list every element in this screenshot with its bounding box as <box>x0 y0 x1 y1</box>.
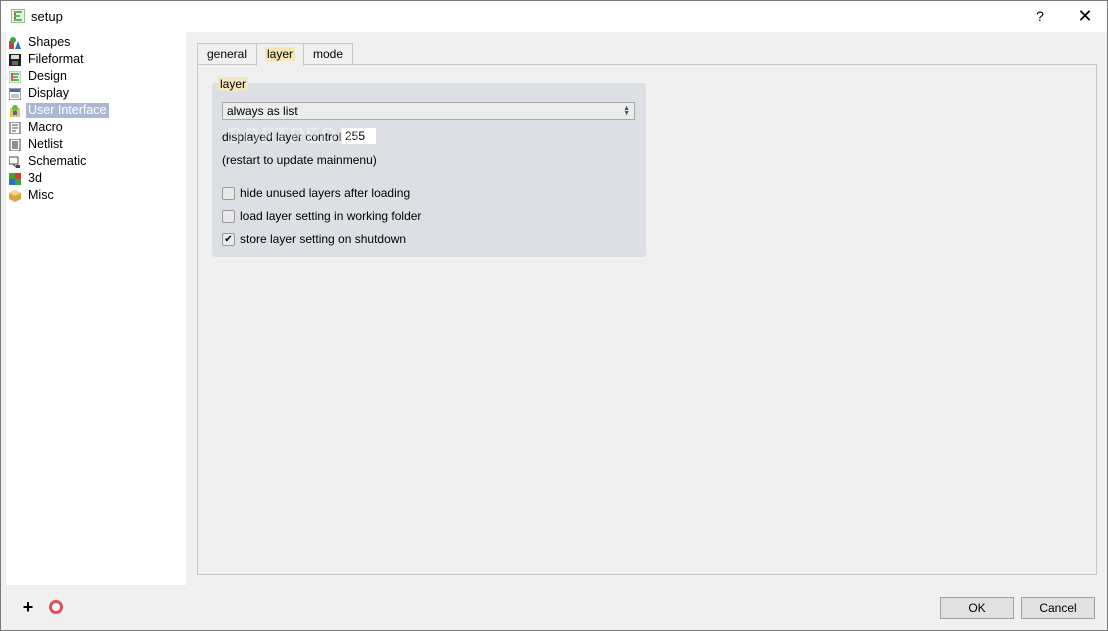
checkbox-label: store layer setting on shutdown <box>240 232 407 246</box>
sidebar-item-design[interactable]: Design <box>8 68 69 85</box>
user-interface-icon <box>9 104 21 117</box>
sidebar-item-display[interactable]: Display <box>8 85 71 102</box>
layer-controls-label: displayed layer controls <box>222 130 348 144</box>
checkbox-label: hide unused layers after loading <box>240 186 411 200</box>
sidebar-item-user-interface[interactable]: User Interface <box>9 102 109 119</box>
tab-layer[interactable]: layer <box>256 43 304 66</box>
design-icon <box>8 70 22 83</box>
checkbox-checked[interactable]: ✔ <box>222 232 235 246</box>
cancel-button[interactable]: Cancel <box>1021 597 1095 619</box>
sidebar-item-label: 3d <box>28 171 42 185</box>
layer-display-mode-select[interactable]: always as list ▲ ▼ <box>222 102 635 120</box>
add-icon[interactable]: + <box>20 598 36 616</box>
restart-note: (restart to update mainmenu) <box>222 153 377 167</box>
misc-icon <box>9 189 21 202</box>
sidebar-item-label: Netlist <box>28 137 63 151</box>
help-lifebuoy-icon[interactable] <box>49 600 63 614</box>
tab-label: general <box>206 47 248 61</box>
help-button[interactable]: ? <box>1029 5 1051 27</box>
floppy-disk-icon <box>9 53 21 66</box>
sidebar-item-label: Schematic <box>28 154 87 168</box>
sidebar-item-label: User Interface <box>26 103 109 118</box>
sidebar-item-label: Fileformat <box>28 52 84 66</box>
sidebar-item-label: Design <box>28 69 67 83</box>
sidebar-item-fileformat[interactable]: Fileformat <box>9 51 86 68</box>
display-icon <box>8 87 22 100</box>
netlist-icon <box>9 138 21 151</box>
3d-icon <box>9 172 21 185</box>
layer-groupbox: layer always as list ▲ ▼ displayed layer … <box>212 77 646 257</box>
sidebar-item-3d[interactable]: 3d <box>9 170 44 187</box>
hide-unused-layers-option[interactable]: hide unused layers after loading <box>222 186 410 200</box>
schematic-icon <box>8 156 21 168</box>
store-layer-setting-option[interactable]: ✔ store layer setting on shutdown <box>222 232 406 246</box>
sidebar-item-label: Macro <box>28 120 63 134</box>
ok-button[interactable]: OK <box>940 597 1014 619</box>
sidebar-item-misc[interactable]: Misc <box>9 187 56 204</box>
app-icon <box>11 9 25 23</box>
checkbox[interactable] <box>222 209 235 223</box>
macro-icon <box>9 121 21 134</box>
select-value: always as list <box>227 104 298 118</box>
group-title: layer <box>218 77 249 91</box>
tab-mode[interactable]: mode <box>303 43 353 65</box>
shapes-icon <box>9 36 21 49</box>
title-bar: setup ? ✕ <box>1 1 1107 32</box>
tab-label: mode <box>312 47 344 61</box>
close-button[interactable]: ✕ <box>1073 5 1097 27</box>
layer-tab-panel: layer always as list ▲ ▼ displayed layer … <box>197 64 1097 575</box>
setup-window: setup ? ✕ Shapes Fileformat Design Displ… <box>0 0 1108 631</box>
checkbox-label: load layer setting in working folder <box>240 209 422 223</box>
tab-general[interactable]: general <box>197 43 257 65</box>
load-layer-setting-option[interactable]: load layer setting in working folder <box>222 209 421 223</box>
sidebar-item-label: Shapes <box>28 35 71 49</box>
layer-controls-spinbox[interactable]: 255 <box>341 127 377 145</box>
sidebar-item-label: Misc <box>28 188 54 202</box>
checkbox[interactable] <box>222 186 235 200</box>
sidebar-item-netlist[interactable]: Netlist <box>9 136 65 153</box>
updown-arrow-icon: ▲ ▼ <box>623 105 630 117</box>
tab-label: layer <box>264 47 295 61</box>
sidebar-item-macro[interactable]: Macro <box>9 119 65 136</box>
sidebar-item-label: Display <box>28 86 69 100</box>
category-sidebar: Shapes Fileformat Design Display User In… <box>6 32 186 585</box>
sidebar-item-shapes[interactable]: Shapes <box>9 34 72 51</box>
sidebar-item-schematic[interactable]: Schematic <box>8 153 88 170</box>
window-title: setup <box>31 9 63 24</box>
